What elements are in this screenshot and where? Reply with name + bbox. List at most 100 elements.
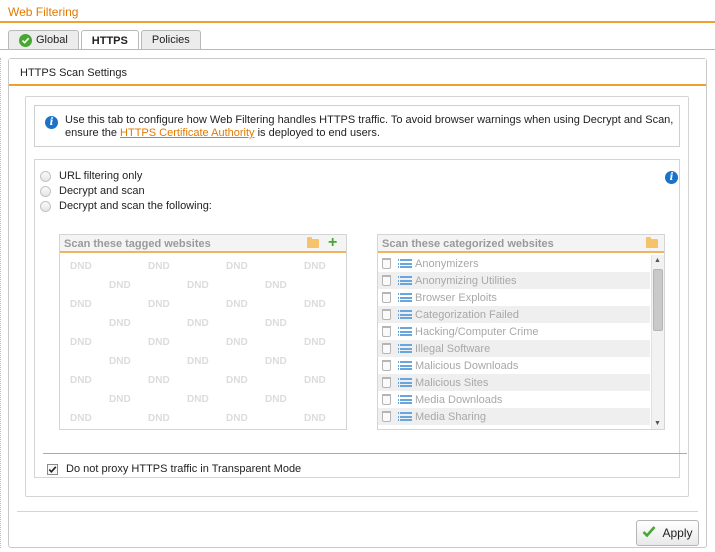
category-label: Malicious Sites: [415, 376, 489, 389]
folder-icon[interactable]: [646, 237, 658, 248]
option-label: Decrypt and scan: [59, 185, 145, 197]
tab-bar: Global HTTPS Policies: [8, 30, 201, 50]
tab-label: Global: [36, 34, 68, 46]
dnd-placeholder: DND: [187, 318, 209, 329]
category-row[interactable]: Media Downloads: [378, 391, 650, 408]
option-decrypt-scan[interactable]: Decrypt and scan: [40, 185, 145, 197]
tab-divider: [0, 49, 715, 50]
option-url-filtering[interactable]: URL filtering only: [40, 170, 142, 182]
radio-button[interactable]: [40, 200, 51, 212]
tagged-websites-list: Scan these tagged websites + DND DND DND DN…: [59, 234, 347, 430]
trash-icon[interactable]: [382, 343, 391, 354]
option-decrypt-scan-following[interactable]: Decrypt and scan the following:: [40, 200, 212, 212]
panel-title: HTTPS Scan Settings: [20, 67, 127, 79]
dnd-placeholder: DND: [304, 261, 326, 272]
info-text-after: is deployed to end users.: [254, 127, 380, 139]
trash-icon[interactable]: [382, 258, 391, 269]
transparent-mode-option[interactable]: Do not proxy HTTPS traffic in Transparen…: [47, 463, 301, 475]
tab-policies[interactable]: Policies: [140, 30, 201, 49]
category-row[interactable]: Categorization Failed: [378, 306, 650, 323]
list-icon: [398, 361, 412, 370]
category-row[interactable]: Hacking/Computer Crime: [378, 323, 650, 340]
trash-icon[interactable]: [382, 309, 391, 320]
dnd-placeholder: DND: [187, 356, 209, 367]
dnd-placeholder: DND: [265, 318, 287, 329]
trash-icon[interactable]: [382, 292, 391, 303]
category-row[interactable]: Browser Exploits: [378, 289, 650, 306]
category-row[interactable]: Anonymizers: [378, 255, 650, 272]
trash-icon[interactable]: [382, 394, 391, 405]
category-row[interactable]: Illegal Software: [378, 340, 650, 357]
tagged-list-header: Scan these tagged websites +: [60, 235, 346, 253]
dnd-placeholder: DND: [148, 375, 170, 386]
trash-icon[interactable]: [382, 275, 391, 286]
option-label: URL filtering only: [59, 170, 143, 182]
dnd-placeholder: DND: [304, 337, 326, 348]
category-label: Media Sharing: [415, 410, 486, 423]
list-icon: [398, 395, 412, 404]
folder-icon[interactable]: [307, 237, 319, 248]
dnd-placeholder: DND: [148, 299, 170, 310]
categorized-list-header: Scan these categorized websites: [378, 235, 664, 253]
category-row[interactable]: Media Sharing: [378, 408, 650, 425]
radio-button[interactable]: [40, 170, 51, 182]
trash-icon[interactable]: [382, 360, 391, 371]
radio-button[interactable]: [40, 185, 51, 197]
tagged-list-body: DND DND DND DND DND DND DND DND DND DND DND DND DND D…: [60, 255, 346, 429]
option-label: Decrypt and scan the following:: [59, 200, 212, 212]
category-scrollbar[interactable]: ▲ ▼: [651, 255, 664, 429]
trash-icon[interactable]: [382, 326, 391, 337]
dnd-placeholder: DND: [148, 261, 170, 272]
category-label: Categorization Failed: [415, 308, 519, 321]
dnd-placeholder: DND: [70, 413, 92, 424]
https-settings-panel: HTTPS Scan Settings i Use this tab to co…: [8, 58, 707, 548]
info-icon: i: [45, 116, 58, 129]
divider: [43, 453, 687, 454]
apply-label: Apply: [662, 526, 693, 540]
info-text: Use this tab to configure how Web Filter…: [65, 114, 675, 140]
trash-icon[interactable]: [382, 377, 391, 388]
apply-button[interactable]: Apply: [636, 520, 699, 546]
tab-https[interactable]: HTTPS: [80, 30, 139, 50]
category-list-body: Anonymizers Anonymizing Utilities Browser …: [378, 255, 650, 429]
list-icon: [398, 259, 412, 268]
trash-icon[interactable]: [382, 411, 391, 422]
category-row[interactable]: Malicious Sites: [378, 374, 650, 391]
scan-options-box: i URL filtering only Decrypt and scan De…: [34, 159, 687, 478]
green-check-icon: [19, 33, 32, 47]
dnd-placeholder: DND: [70, 375, 92, 386]
category-label: Anonymizers: [415, 257, 479, 270]
scroll-down-icon[interactable]: ▼: [654, 420, 661, 427]
list-icon: [398, 327, 412, 336]
dnd-placeholder: DND: [148, 413, 170, 424]
checkmark-icon: [642, 525, 656, 541]
tab-label: HTTPS: [91, 34, 128, 47]
dnd-placeholder: DND: [109, 318, 131, 329]
dnd-placeholder: DND: [70, 299, 92, 310]
tagged-list-title: Scan these tagged websites: [64, 238, 211, 250]
window-title: Web Filtering: [8, 5, 79, 19]
category-row[interactable]: Anonymizing Utilities: [378, 272, 650, 289]
window-title-bar: Web Filtering: [0, 0, 715, 23]
list-icon: [398, 276, 412, 285]
scroll-up-icon[interactable]: ▲: [654, 257, 661, 264]
list-icon: [398, 293, 412, 302]
scroll-thumb[interactable]: [653, 269, 663, 331]
certificate-authority-link[interactable]: HTTPS Certificate Authority: [120, 127, 255, 139]
list-icon: [398, 344, 412, 353]
help-info-icon[interactable]: i: [665, 171, 678, 184]
settings-content: i Use this tab to configure how Web Filt…: [25, 96, 689, 497]
add-icon[interactable]: +: [328, 235, 337, 251]
dnd-placeholder: DND: [187, 280, 209, 291]
panel-header: HTTPS Scan Settings: [9, 59, 706, 86]
category-row[interactable]: Malicious Downloads: [378, 357, 650, 374]
dnd-placeholder: DND: [226, 337, 248, 348]
dnd-placeholder: DND: [226, 413, 248, 424]
list-icon: [398, 310, 412, 319]
tab-global[interactable]: Global: [8, 30, 79, 49]
dnd-placeholder: DND: [70, 337, 92, 348]
dnd-placeholder: DND: [226, 299, 248, 310]
dnd-placeholder: DND: [109, 356, 131, 367]
transparent-mode-checkbox[interactable]: [47, 463, 58, 475]
category-label: Media Downloads: [415, 393, 503, 406]
